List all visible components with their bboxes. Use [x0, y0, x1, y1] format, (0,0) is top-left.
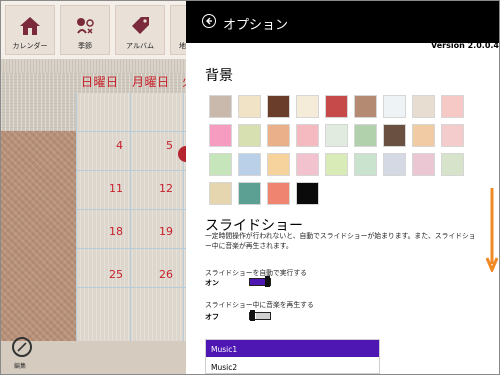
photo-tile [1, 131, 76, 341]
background-swatch[interactable] [267, 124, 290, 147]
background-swatch[interactable] [354, 153, 377, 176]
background-swatch[interactable] [209, 124, 232, 147]
date-cell[interactable]: 12 [153, 182, 173, 195]
date-cell[interactable]: 19 [153, 225, 173, 238]
date-cell[interactable]: 11 [103, 182, 123, 195]
background-swatch[interactable] [238, 124, 261, 147]
background-swatch[interactable] [383, 95, 406, 118]
background-swatch[interactable] [267, 95, 290, 118]
music-list: Music1 Music2 [205, 339, 380, 374]
toggle-knob [250, 310, 255, 321]
background-swatch[interactable] [238, 95, 261, 118]
pencil-icon[interactable] [12, 337, 32, 357]
nav-seasons-label: 季節 [78, 42, 92, 50]
background-swatch[interactable] [267, 153, 290, 176]
day-header-monday: 月曜日 [132, 75, 170, 89]
background-swatch[interactable] [296, 182, 319, 205]
grid-line [76, 209, 186, 210]
background-heading: 背景 [205, 68, 233, 84]
edit-label: 編集 [14, 363, 27, 370]
nav-calendar-button[interactable]: カレンダー [5, 5, 55, 55]
background-swatch[interactable] [296, 95, 319, 118]
background-swatch[interactable] [238, 153, 261, 176]
date-cell[interactable]: 5 [153, 139, 173, 152]
date-cell[interactable]: 26 [153, 268, 173, 281]
nav-album-button[interactable]: アルバム [115, 5, 165, 55]
flyout-header: オプション [186, 1, 499, 43]
nav-seasons-button[interactable]: 季節 [60, 5, 110, 55]
grid-line [76, 248, 186, 249]
calendar-app: カレンダー 季節 アルバム 地 日曜日 月曜日 4 11 18 25 5 12 … [1, 1, 186, 374]
texture-strip [1, 59, 186, 73]
music-label: スライドショー中に音楽を再生する [205, 301, 314, 309]
date-cell[interactable]: 18 [103, 225, 123, 238]
house-icon [20, 17, 40, 35]
version-text: Version 2.0.0.4 [431, 41, 499, 50]
grid-line [76, 287, 186, 288]
background-swatch[interactable] [325, 153, 348, 176]
background-swatch[interactable] [354, 124, 377, 147]
nav-more-button[interactable]: 地 [170, 5, 186, 55]
background-swatch[interactable] [209, 153, 232, 176]
background-swatch[interactable] [412, 124, 435, 147]
background-swatch[interactable] [296, 124, 319, 147]
back-arrow-icon[interactable] [202, 14, 216, 28]
flyout-title: オプション [223, 18, 289, 33]
background-swatch[interactable] [412, 95, 435, 118]
music-state: オフ [205, 313, 219, 321]
background-swatch[interactable] [354, 95, 377, 118]
background-swatch[interactable] [441, 95, 464, 118]
grid-line [76, 131, 186, 132]
window: カレンダー 季節 アルバム 地 日曜日 月曜日 4 11 18 25 5 12 … [0, 0, 500, 375]
background-swatch[interactable] [412, 153, 435, 176]
seasons-icon [77, 18, 94, 34]
background-swatch[interactable] [209, 182, 232, 205]
toggle-knob [265, 276, 270, 287]
tag-icon [132, 17, 149, 34]
date-cell[interactable]: 4 [103, 139, 123, 152]
nav-album-label: アルバム [126, 42, 154, 50]
toggle-fill [250, 279, 265, 285]
music-list-item[interactable]: Music1 [206, 340, 379, 357]
date-cell[interactable]: 25 [103, 268, 123, 281]
toggle-fill [256, 313, 270, 319]
background-swatch[interactable] [267, 182, 290, 205]
background-swatch[interactable] [383, 124, 406, 147]
music-toggle[interactable] [249, 310, 271, 321]
background-swatch[interactable] [441, 153, 464, 176]
background-swatch[interactable] [209, 95, 232, 118]
auto-run-label: スライドショーを自動で実行する [205, 269, 307, 277]
background-swatch[interactable] [296, 153, 319, 176]
background-swatch[interactable] [325, 95, 348, 118]
music-list-item[interactable]: Music2 [206, 358, 379, 374]
nav-more-label: 地 [179, 42, 186, 50]
scroll-down-arrow-icon [486, 188, 498, 272]
background-swatch[interactable] [325, 124, 348, 147]
slideshow-description: 一定時間操作が行われないと、自動でスライドショーが始まります。また、スライドショ… [205, 232, 476, 250]
grid-line [76, 170, 186, 171]
nav-calendar-label: カレンダー [12, 42, 48, 50]
auto-run-state: オン [205, 279, 219, 287]
nav-bar: カレンダー 季節 アルバム 地 [1, 1, 186, 60]
background-swatch[interactable] [441, 124, 464, 147]
options-flyout: オプション Version 2.0.0.4 背景 スライドショー 一定時間操作が… [186, 1, 499, 374]
background-swatch[interactable] [383, 153, 406, 176]
auto-run-toggle[interactable] [249, 276, 271, 287]
day-header-sunday: 日曜日 [81, 75, 119, 89]
background-swatch[interactable] [238, 182, 261, 205]
